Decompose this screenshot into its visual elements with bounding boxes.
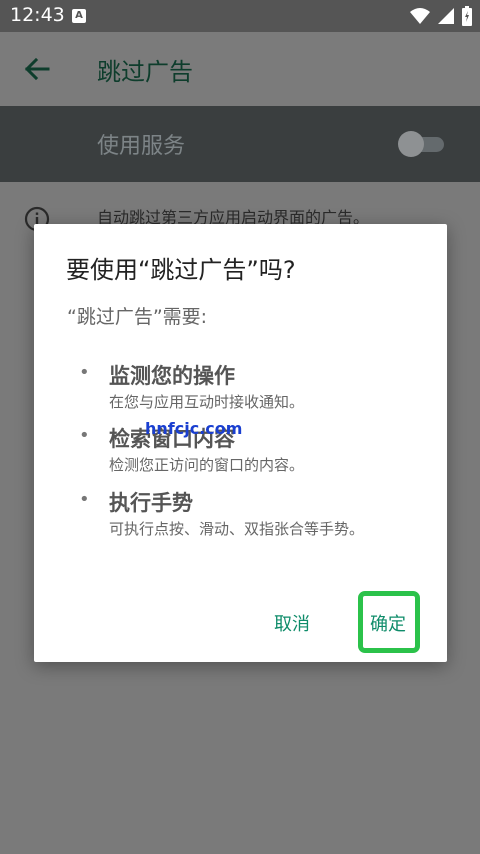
dialog-title: 要使用“跳过广告”吗?	[66, 256, 296, 284]
use-service-row[interactable]: 使用服务	[0, 106, 480, 182]
permission-description: 在您与应用互动时接收通知。	[109, 393, 305, 411]
watermark: hnfcjc.com	[145, 419, 243, 438]
ok-button[interactable]: 确定	[370, 610, 406, 636]
bullet-icon: •	[79, 425, 90, 446]
battery-icon	[462, 6, 472, 26]
page-title: 跳过广告	[97, 58, 193, 86]
dialog-subtitle: “跳过广告”需要:	[67, 306, 208, 328]
permission-description: 可执行点按、滑动、双指张合等手势。	[109, 520, 365, 538]
cancel-button[interactable]: 取消	[274, 610, 310, 636]
bullet-icon: •	[79, 489, 90, 510]
screen: 12:43 A 跳过广告 使用服务 自动跳过第三方应用启动界面的广告。 要使用“…	[0, 0, 480, 854]
status-icons	[410, 6, 472, 26]
notification-a-icon: A	[72, 9, 86, 23]
permission-dialog: 要使用“跳过广告”吗? “跳过广告”需要: • 监测您的操作 在您与应用互动时接…	[34, 224, 447, 662]
app-bar: 跳过广告	[0, 32, 480, 106]
signal-icon	[438, 8, 454, 24]
use-service-label: 使用服务	[97, 134, 186, 159]
permission-title: 监测您的操作	[109, 364, 235, 388]
permission-description: 检测您正访问的窗口的内容。	[109, 456, 305, 474]
bullet-icon: •	[79, 362, 90, 383]
status-bar: 12:43 A	[0, 0, 480, 32]
service-toggle-thumb[interactable]	[398, 131, 424, 157]
wifi-icon	[410, 8, 430, 24]
status-time: 12:43	[10, 4, 65, 26]
permission-title: 执行手势	[109, 491, 193, 515]
arrow-left-icon[interactable]	[22, 54, 52, 84]
